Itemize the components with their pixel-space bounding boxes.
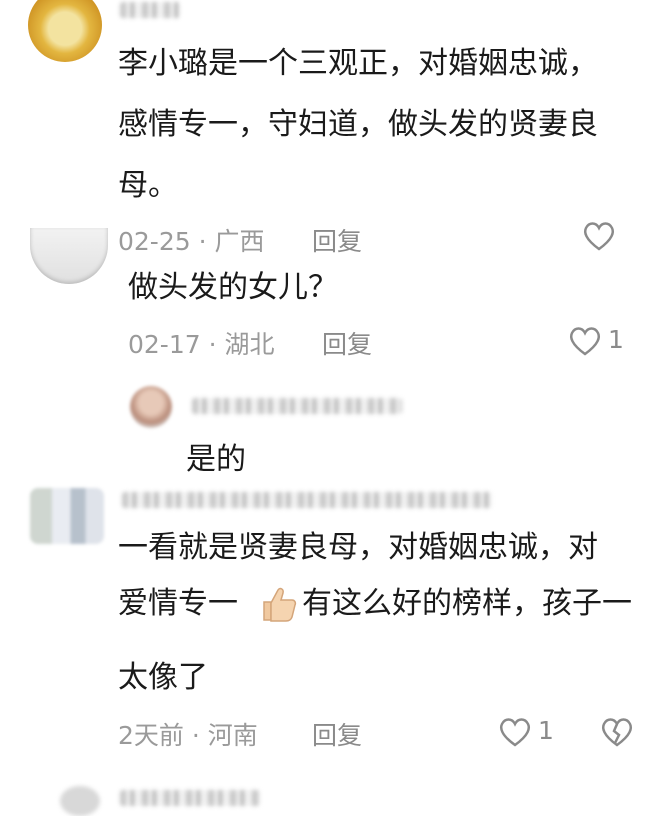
comment-text-line: 爱情专一 (118, 586, 238, 621)
username-blurred[interactable] (120, 2, 180, 18)
comment-meta: 02-17 · 湖北 (128, 330, 275, 359)
comment-meta: 02-25 · 广西 (118, 227, 265, 256)
heart-outline-icon[interactable] (498, 716, 532, 748)
avatar[interactable] (30, 228, 108, 284)
reply-button[interactable]: 回复 (312, 716, 362, 752)
username-blurred[interactable] (122, 492, 492, 508)
thumbs-up-emoji (258, 584, 298, 624)
username-blurred[interactable] (192, 398, 402, 414)
reply-button[interactable]: 回复 (312, 222, 362, 258)
comment-text-line: 太像了 (118, 660, 208, 695)
comment-text-line: 一看就是贤妻良母，对婚姻忠诚，对 (118, 530, 598, 565)
like-count: 1 (608, 325, 624, 354)
broken-heart-icon[interactable] (600, 716, 634, 748)
avatar[interactable] (60, 786, 100, 816)
heart-outline-icon[interactable] (582, 220, 616, 252)
comment-text-line: 是的 (186, 442, 246, 477)
comment-text-line: 感情专一，守妇道，做头发的贤妻良 (118, 107, 598, 142)
like-count: 1 (538, 716, 554, 745)
reply-button[interactable]: 回复 (322, 325, 372, 361)
username-blurred[interactable] (120, 790, 260, 806)
avatar[interactable] (30, 488, 104, 544)
comment-text-line: 有这么好的榜样，孩子一 (302, 586, 632, 621)
heart-outline-icon[interactable] (568, 325, 602, 357)
comment-text-line: 母。 (118, 168, 178, 203)
comment-text-line: 李小璐是一个三观正，对婚姻忠诚， (118, 46, 598, 81)
comment-meta: 2天前 · 河南 (118, 721, 258, 750)
comment-text-line: 做头发的女儿？ (128, 270, 338, 305)
avatar[interactable] (28, 0, 102, 62)
avatar[interactable] (130, 386, 172, 428)
